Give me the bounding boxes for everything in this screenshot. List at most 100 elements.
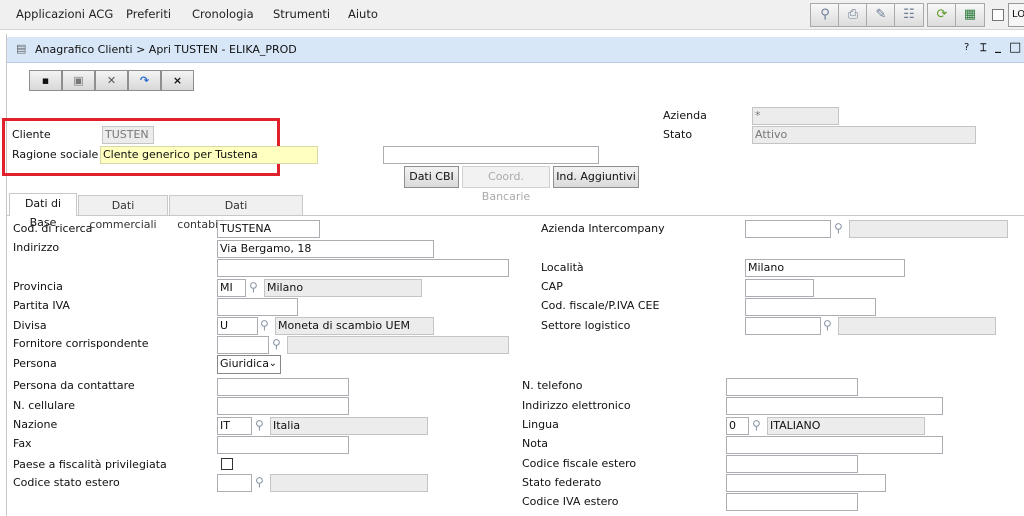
azienda-field[interactable]: * <box>752 107 839 125</box>
ind-aggiuntivi-button[interactable]: Ind. Aggiuntivi <box>553 166 639 188</box>
menu-preferiti[interactable]: Preferiti <box>126 7 171 21</box>
close-icon[interactable]: × <box>161 70 194 91</box>
nazione-code-field[interactable]: IT <box>217 417 252 435</box>
menu-cronologia[interactable]: Cronologia <box>192 7 254 21</box>
fornitore-code-field[interactable] <box>217 336 269 354</box>
tab-dati-commerciali[interactable]: Dati commerciali <box>78 195 168 231</box>
localita-label: Località <box>541 261 584 274</box>
provincia-label: Provincia <box>13 280 63 293</box>
redo-icon[interactable]: ↷ <box>128 70 161 91</box>
codice-stato-estero-desc-field <box>270 474 428 492</box>
azienda-intercompany-label: Azienda Intercompany <box>541 222 665 235</box>
azienda-label: Azienda <box>663 109 707 122</box>
lookup-icon[interactable]: ⚲ <box>255 474 269 490</box>
email-field[interactable] <box>726 397 943 415</box>
fax-field[interactable] <box>217 436 349 454</box>
lookup-icon[interactable]: ⚲ <box>823 317 837 333</box>
search-user-icon[interactable]: ⚲ <box>810 3 840 27</box>
extra-field[interactable] <box>383 146 599 164</box>
codice-iva-estero-label: Codice IVA estero <box>522 495 619 508</box>
localita-field[interactable]: Milano <box>745 259 905 277</box>
divisa-desc-field: Moneta di scambio UEM <box>275 317 434 335</box>
pin-icon[interactable]: ⌶ <box>980 41 987 55</box>
tab-divider <box>7 215 1024 216</box>
help-icon[interactable]: ? <box>964 42 969 53</box>
azienda-intercompany-desc-field <box>849 220 1008 238</box>
nota-field[interactable] <box>726 436 943 454</box>
persona-value: Giuridica <box>220 357 269 370</box>
divisa-label: Divisa <box>13 319 47 332</box>
indirizzo-field-2[interactable] <box>217 259 509 277</box>
fax-label: Fax <box>13 437 32 450</box>
partial-button[interactable]: LO <box>1008 3 1024 27</box>
codice-stato-estero-code-field[interactable] <box>217 474 252 492</box>
lookup-icon[interactable]: ⚲ <box>255 417 269 433</box>
stato-federato-field[interactable] <box>726 474 886 492</box>
menu-strumenti[interactable]: Strumenti <box>273 7 330 21</box>
save-icon[interactable]: ▪ <box>29 70 62 91</box>
coord-bancarie-button[interactable]: Coord. Bancarie <box>462 166 550 203</box>
minimize-icon[interactable]: _ <box>995 39 1001 53</box>
settore-logistico-label: Settore logistico <box>541 319 631 332</box>
menu-aiuto[interactable]: Aiuto <box>348 7 378 21</box>
lingua-label: Lingua <box>522 418 559 431</box>
cliente-field[interactable]: TUSTEN <box>102 126 154 144</box>
toolbar-checkbox[interactable] <box>992 9 1004 21</box>
cellulare-field[interactable] <box>217 397 349 415</box>
new-icon[interactable]: ▣ <box>62 70 95 91</box>
lookup-icon[interactable]: ⚲ <box>249 279 263 295</box>
menu-applicazioni[interactable]: Applicazioni ACG <box>16 7 113 21</box>
chevron-down-icon: ⌄ <box>268 358 277 369</box>
telefono-field[interactable] <box>726 378 858 396</box>
codice-fiscale-estero-field[interactable] <box>726 455 858 473</box>
stato-field[interactable]: Attivo <box>752 126 976 144</box>
tab-dati-di-base[interactable]: Dati di Base <box>9 193 77 229</box>
ragione-sociale-label: Ragione sociale <box>12 148 99 161</box>
cliente-label: Cliente <box>12 128 51 141</box>
lingua-code-field[interactable]: 0 <box>726 417 749 435</box>
maximize-icon[interactable]: □ <box>1009 40 1021 55</box>
cellulare-label: N. cellulare <box>13 399 75 412</box>
paese-fiscalita-checkbox[interactable] <box>221 458 233 470</box>
provincia-desc-field: Milano <box>264 279 422 297</box>
stato-label: Stato <box>663 128 693 141</box>
grid-icon[interactable]: ▦ <box>955 3 985 27</box>
telefono-label: N. telefono <box>522 379 583 392</box>
codice-iva-estero-field[interactable] <box>726 493 858 511</box>
stato-federato-label: Stato federato <box>522 476 602 489</box>
lookup-icon[interactable]: ⚲ <box>272 336 286 352</box>
indirizzo-field[interactable]: Via Bergamo, 18 <box>217 240 434 258</box>
azienda-intercompany-code-field[interactable] <box>745 220 831 238</box>
cap-label: CAP <box>541 280 563 293</box>
paese-fiscalita-label: Paese a fiscalità privilegiata <box>13 458 167 471</box>
dati-cbi-button[interactable]: Dati CBI <box>404 166 459 188</box>
refresh-icon[interactable]: ⟳ <box>927 3 957 27</box>
persona-contattare-label: Persona da contattare <box>13 379 135 392</box>
partita-iva-label: Partita IVA <box>13 299 70 312</box>
lookup-icon[interactable]: ⚲ <box>260 317 274 333</box>
cod-ricerca-field[interactable]: TUSTENA <box>217 220 320 238</box>
settore-logistico-desc-field <box>838 317 996 335</box>
cap-field[interactable] <box>745 279 814 297</box>
nota-label: Nota <box>522 437 549 450</box>
lookup-icon[interactable]: ⚲ <box>752 417 766 433</box>
persona-select[interactable]: Giuridica ⌄ <box>217 355 281 374</box>
fornitore-desc-field <box>287 336 509 354</box>
cod-fiscale-cee-field[interactable] <box>745 298 876 316</box>
partita-iva-field[interactable] <box>217 298 298 316</box>
lingua-desc-field: ITALIANO <box>767 417 925 435</box>
persona-contattare-field[interactable] <box>217 378 349 396</box>
email-label: Indirizzo elettronico <box>522 399 631 412</box>
delete-icon[interactable]: ✕ <box>95 70 128 91</box>
edit-icon[interactable]: ✎ <box>866 3 896 27</box>
print-icon[interactable]: ⎙ <box>838 3 868 27</box>
layout-icon[interactable]: ☷ <box>894 3 924 27</box>
codice-fiscale-estero-label: Codice fiscale estero <box>522 457 637 470</box>
lookup-icon[interactable]: ⚲ <box>834 220 848 236</box>
divisa-code-field[interactable]: U <box>217 317 258 335</box>
ragione-sociale-field[interactable]: Clente generico per Tustena <box>100 146 318 164</box>
tab-dati-contabili[interactable]: Dati contabili/fatturazione <box>169 195 303 231</box>
indirizzo-label: Indirizzo <box>13 241 60 254</box>
provincia-code-field[interactable]: MI <box>217 279 246 297</box>
settore-logistico-code-field[interactable] <box>745 317 821 335</box>
